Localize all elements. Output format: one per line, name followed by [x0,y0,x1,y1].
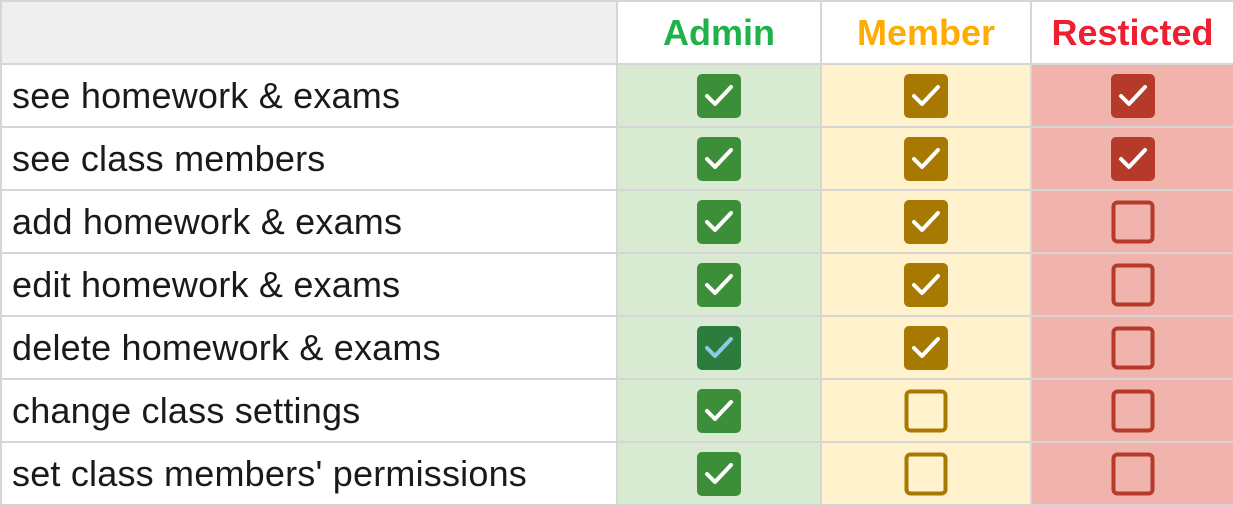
permission-label[interactable]: see class members [0,126,618,191]
permissions-table: Admin Member Resticted see homework & ex… [0,0,1233,506]
restricted-column-header[interactable]: Resticted [1030,0,1233,65]
member-permission-cell[interactable] [820,378,1032,443]
checkmark-icon [697,73,741,118]
member-checkbox[interactable] [904,73,948,118]
empty-checkbox-icon [1111,326,1154,369]
checkmark-icon [1110,73,1155,118]
permissions-sheet: Admin Member Resticted see homework & ex… [0,0,1233,506]
empty-checkbox-icon [904,389,948,432]
header-row: Admin Member Resticted [0,0,1233,65]
member-checkbox[interactable] [904,452,948,496]
checkmark-icon [904,325,948,370]
restricted-checkbox[interactable] [1110,136,1155,181]
admin-checkbox[interactable] [697,451,741,496]
table-row: see class members [0,126,1233,191]
table-row: edit homework & exams [0,252,1233,317]
restricted-permission-cell[interactable] [1030,189,1233,254]
restricted-checkbox[interactable] [1110,73,1155,118]
admin-checkbox[interactable] [697,262,741,307]
restricted-checkbox[interactable] [1111,452,1155,496]
admin-checkbox[interactable] [697,325,741,370]
member-checkbox[interactable] [904,389,948,433]
checkmark-icon [697,136,741,181]
member-permission-cell[interactable] [820,63,1032,128]
checkmark-icon [697,451,741,496]
permission-label[interactable]: see homework & exams [0,63,618,128]
admin-permission-cell[interactable] [616,378,822,443]
member-checkbox[interactable] [904,136,948,181]
checkmark-icon [904,136,948,181]
member-checkbox[interactable] [904,199,948,244]
admin-checkbox[interactable] [697,136,741,181]
admin-checkbox[interactable] [697,73,741,118]
checkmark-icon [697,262,741,307]
checkmark-icon [1110,136,1155,181]
restricted-permission-cell[interactable] [1030,441,1233,506]
restricted-permission-cell[interactable] [1030,315,1233,380]
checkmark-icon [697,388,741,433]
restricted-checkbox[interactable] [1111,326,1155,370]
permission-label[interactable]: edit homework & exams [0,252,618,317]
restricted-permission-cell[interactable] [1030,252,1233,317]
empty-checkbox-icon [1111,452,1154,495]
member-permission-cell[interactable] [820,441,1032,506]
admin-checkbox[interactable] [697,388,741,433]
admin-permission-cell[interactable] [616,315,822,380]
admin-permission-cell[interactable] [616,126,822,191]
checkmark-icon [904,199,948,244]
table-row: delete homework & exams [0,315,1233,380]
checkmark-icon [697,325,741,370]
permission-label[interactable]: delete homework & exams [0,315,618,380]
member-permission-cell[interactable] [820,252,1032,317]
restricted-permission-cell[interactable] [1030,378,1233,443]
table-row: add homework & exams [0,189,1233,254]
restricted-checkbox[interactable] [1111,389,1155,433]
restricted-checkbox[interactable] [1111,200,1155,244]
table-row: set class members' permissions [0,441,1233,506]
member-permission-cell[interactable] [820,315,1032,380]
restricted-checkbox[interactable] [1111,263,1155,307]
checkmark-icon [904,73,948,118]
member-checkbox[interactable] [904,325,948,370]
table-row: change class settings [0,378,1233,443]
admin-permission-cell[interactable] [616,63,822,128]
corner-cell[interactable] [0,0,618,65]
admin-permission-cell[interactable] [616,189,822,254]
admin-column-header[interactable]: Admin [616,0,822,65]
admin-permission-cell[interactable] [616,252,822,317]
empty-checkbox-icon [904,452,948,495]
empty-checkbox-icon [1111,389,1154,432]
table-row: see homework & exams [0,63,1233,128]
restricted-permission-cell[interactable] [1030,126,1233,191]
admin-permission-cell[interactable] [616,441,822,506]
checkmark-icon [904,262,948,307]
permission-label[interactable]: set class members' permissions [0,441,618,506]
member-column-header[interactable]: Member [820,0,1032,65]
permission-label[interactable]: change class settings [0,378,618,443]
restricted-permission-cell[interactable] [1030,63,1233,128]
member-checkbox[interactable] [904,262,948,307]
member-permission-cell[interactable] [820,126,1032,191]
admin-checkbox[interactable] [697,199,741,244]
checkmark-icon [697,199,741,244]
empty-checkbox-icon [1111,200,1154,243]
member-permission-cell[interactable] [820,189,1032,254]
empty-checkbox-icon [1111,263,1154,306]
permission-label[interactable]: add homework & exams [0,189,618,254]
